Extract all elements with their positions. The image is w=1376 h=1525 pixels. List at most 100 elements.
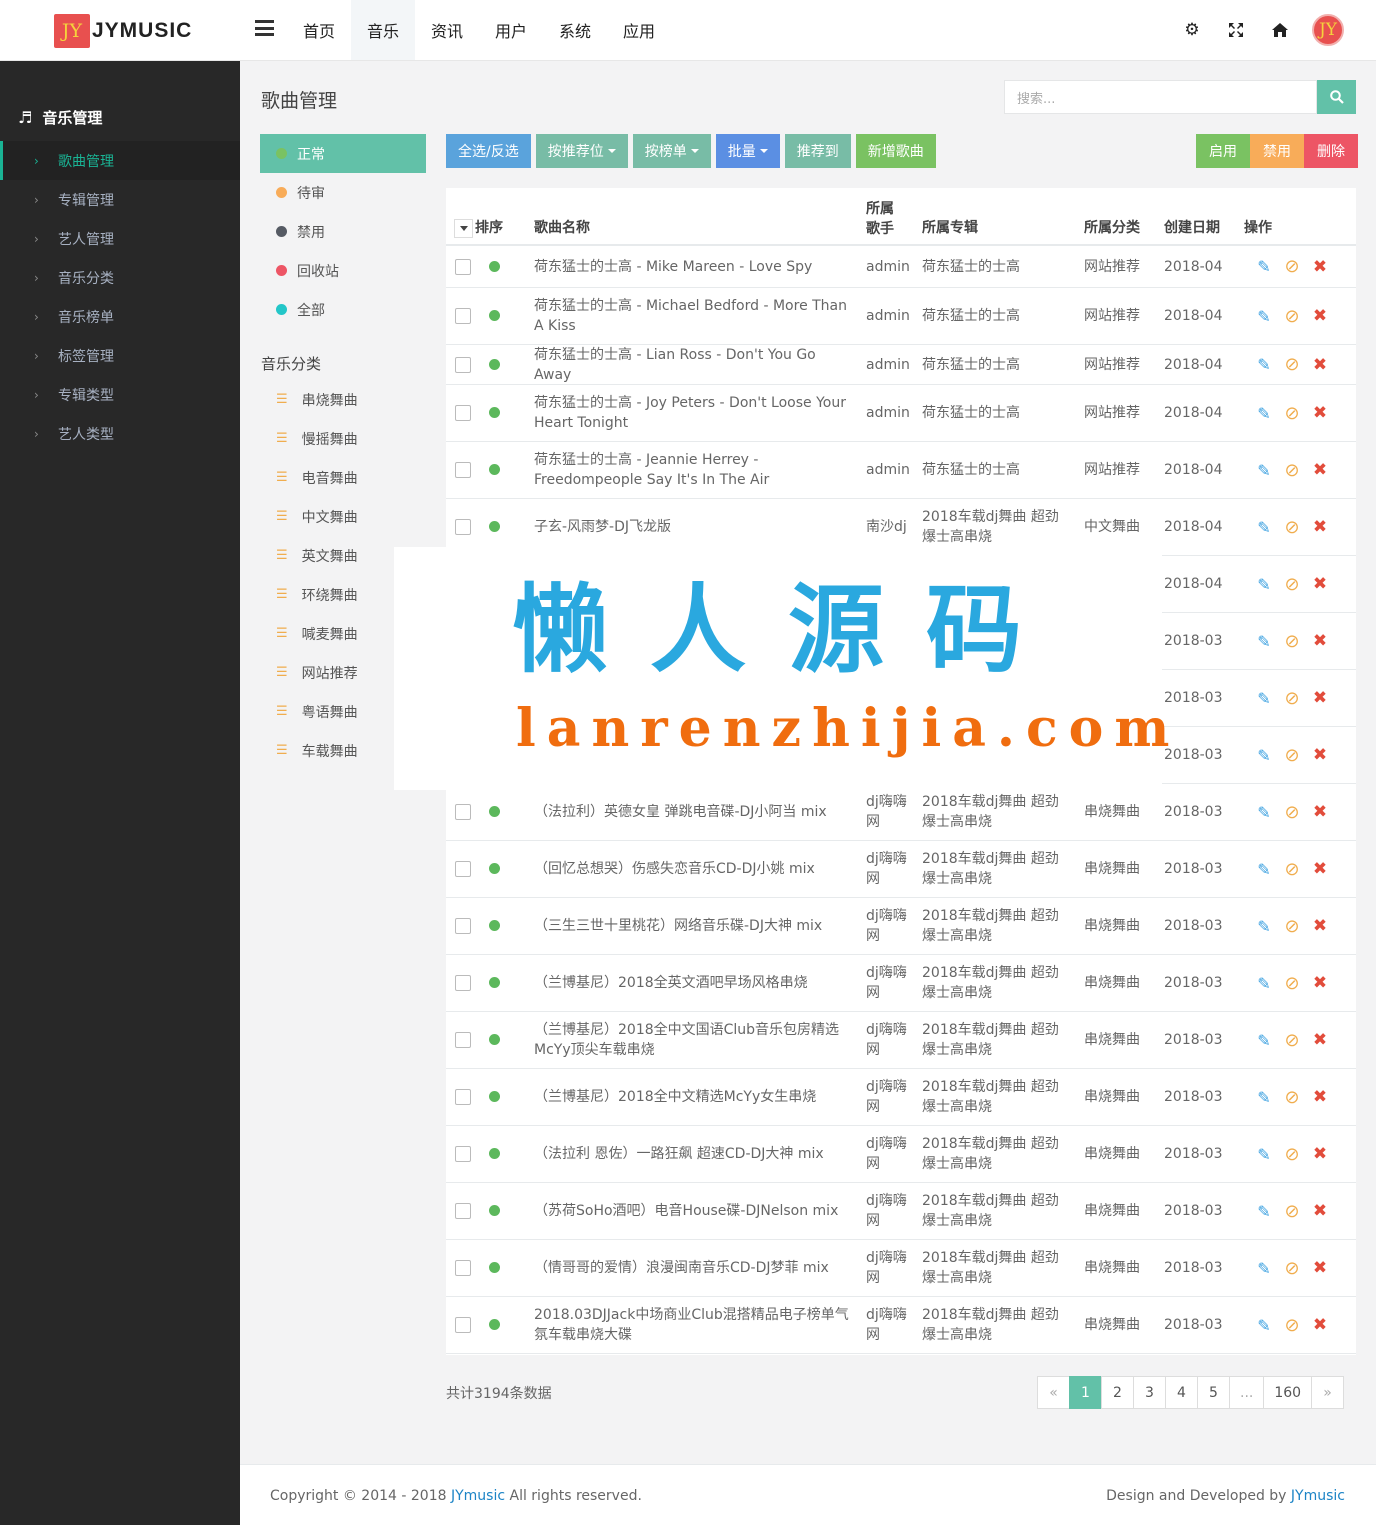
song-name[interactable]: （法拉利 恩佐）一路狂飙 超速CD-DJ大神 mix [534,1144,850,1164]
row-checkbox[interactable] [455,356,471,373]
row-checkbox[interactable] [455,1317,471,1333]
nav-item[interactable]: 系统 [543,0,607,60]
nav-item[interactable]: 音乐 [351,0,415,60]
ban-icon[interactable]: ⊘ [1278,973,1306,994]
pencil-icon[interactable]: ✎ [1250,257,1278,277]
sidebar-item[interactable]: › 艺人管理 [0,219,240,258]
category-item[interactable]: ☰ 串烧舞曲 [260,380,426,419]
ban-icon[interactable]: ⊘ [1278,256,1306,277]
ban-icon[interactable]: ⊘ [1278,460,1306,481]
times-icon[interactable]: ✖ [1306,1030,1334,1050]
status-filter-item[interactable]: 正常 [260,134,426,173]
times-icon[interactable]: ✖ [1306,1087,1334,1107]
times-icon[interactable]: ✖ [1306,688,1334,708]
ban-icon[interactable]: ⊘ [1278,306,1306,327]
nav-item[interactable]: 首页 [287,0,351,60]
song-name[interactable]: （兰博基尼）2018全中文国语Club音乐包房精选McYy顶尖车载串烧 [534,1020,850,1060]
pencil-icon[interactable]: ✎ [1250,1087,1278,1107]
add-song-button[interactable]: 新增歌曲 [855,134,936,168]
times-icon[interactable]: ✖ [1306,745,1334,765]
row-checkbox[interactable] [455,861,471,877]
pencil-icon[interactable]: ✎ [1250,688,1278,708]
sort-header[interactable]: 排序 [454,218,503,238]
page-button[interactable]: 160 [1263,1376,1313,1409]
song-name[interactable]: 荷东猛士的士高 - Mike Mareen - Love Spy [534,257,850,277]
ban-icon[interactable]: ⊘ [1278,745,1306,766]
ban-icon[interactable]: ⊘ [1278,1144,1306,1165]
ban-icon[interactable]: ⊘ [1278,802,1306,823]
times-icon[interactable]: ✖ [1306,403,1334,423]
nav-item[interactable]: 资讯 [415,0,479,60]
select-all-button[interactable]: 全选/反选 [446,134,531,168]
sidebar-item[interactable]: › 音乐分类 [0,258,240,297]
song-name[interactable]: 子玄-风雨梦-DJ飞龙版 [534,517,850,537]
song-name[interactable]: （三生三世十里桃花）网络音乐碟-DJ大神 mix [534,916,850,936]
sidebar-item[interactable]: › 歌曲管理 [0,141,240,180]
ban-icon[interactable]: ⊘ [1278,1030,1306,1051]
disable-button[interactable]: 禁用 [1250,134,1304,168]
status-filter-item[interactable]: 全部 [260,290,426,329]
pencil-icon[interactable]: ✎ [1250,1144,1278,1164]
times-icon[interactable]: ✖ [1306,1258,1334,1278]
times-icon[interactable]: ✖ [1306,257,1334,277]
pencil-icon[interactable]: ✎ [1250,916,1278,936]
page-button[interactable]: 2 [1101,1376,1134,1409]
times-icon[interactable]: ✖ [1306,1144,1334,1164]
by-chart-dropdown[interactable]: 按榜单 [632,134,711,168]
pencil-icon[interactable]: ✎ [1250,859,1278,879]
row-checkbox[interactable] [455,258,471,275]
home-icon[interactable] [1258,0,1302,60]
sidebar-item[interactable]: › 艺人类型 [0,414,240,453]
gear-icon[interactable]: ⚙ [1170,0,1214,60]
status-filter-item[interactable]: 待审 [260,173,426,212]
category-item[interactable]: ☰ 慢摇舞曲 [260,419,426,458]
sidebar-item[interactable]: › 标签管理 [0,336,240,375]
row-checkbox[interactable] [455,1146,471,1162]
sidebar-section-header[interactable]: ♬ 音乐管理 [0,101,240,133]
batch-dropdown[interactable]: 批量 [715,134,780,168]
song-name[interactable]: （兰博基尼）2018全英文酒吧早场风格串烧 [534,973,850,993]
ban-icon[interactable]: ⊘ [1278,916,1306,937]
search-button[interactable] [1317,80,1356,114]
pencil-icon[interactable]: ✎ [1250,574,1278,594]
pencil-icon[interactable]: ✎ [1250,973,1278,993]
status-filter-item[interactable]: 禁用 [260,212,426,251]
row-checkbox[interactable] [455,975,471,991]
brand-logo[interactable]: JY JYMUSIC [54,14,192,48]
song-name[interactable]: （回忆总想哭）伤感失恋音乐CD-DJ小姚 mix [534,859,850,879]
avatar[interactable]: JY [1312,14,1344,46]
ban-icon[interactable]: ⊘ [1278,1087,1306,1108]
times-icon[interactable]: ✖ [1306,973,1334,993]
ban-icon[interactable]: ⊘ [1278,1315,1306,1336]
ban-icon[interactable]: ⊘ [1278,688,1306,709]
sidebar-item[interactable]: › 专辑类型 [0,375,240,414]
song-name[interactable]: （兰博基尼）2018全中文精选McYy女生串烧 [534,1087,850,1107]
row-checkbox[interactable] [455,804,471,820]
fullscreen-icon[interactable] [1214,0,1258,60]
search-input[interactable]: 搜索... [1004,80,1317,114]
song-name[interactable]: 荷东猛士的士高 - Lian Ross - Don't You Go Away [534,345,850,385]
pencil-icon[interactable]: ✎ [1250,631,1278,651]
row-checkbox[interactable] [455,918,471,934]
ban-icon[interactable]: ⊘ [1278,631,1306,652]
row-checkbox[interactable] [455,1089,471,1105]
pencil-icon[interactable]: ✎ [1250,403,1278,423]
row-checkbox[interactable] [455,1260,471,1276]
times-icon[interactable]: ✖ [1306,859,1334,879]
status-filter-item[interactable]: 回收站 [260,251,426,290]
song-name[interactable]: 荷东猛士的士高 - Joy Peters - Don't Loose Your … [534,393,850,433]
category-item[interactable]: ☰ 中文舞曲 [260,497,426,536]
by-position-dropdown[interactable]: 按推荐位 [535,134,628,168]
ban-icon[interactable]: ⊘ [1278,859,1306,880]
song-name[interactable]: 荷东猛士的士高 - Michael Bedford - More Than A … [534,296,850,336]
page-button[interactable]: 1 [1069,1376,1102,1409]
song-name[interactable]: 荷东猛士的士高 - Jeannie Herrey - Freedompeople… [534,450,850,490]
song-name[interactable]: （法拉利）英德女皇 弹跳电音碟-DJ小阿当 mix [534,802,850,822]
pencil-icon[interactable]: ✎ [1250,306,1278,326]
page-button[interactable]: 3 [1133,1376,1166,1409]
pencil-icon[interactable]: ✎ [1250,1201,1278,1221]
sidebar-item[interactable]: › 专辑管理 [0,180,240,219]
enable-button[interactable]: 启用 [1196,134,1250,168]
ban-icon[interactable]: ⊘ [1278,517,1306,538]
song-name[interactable]: （情哥哥的爱情）浪漫闽南音乐CD-DJ梦菲 mix [534,1258,850,1278]
